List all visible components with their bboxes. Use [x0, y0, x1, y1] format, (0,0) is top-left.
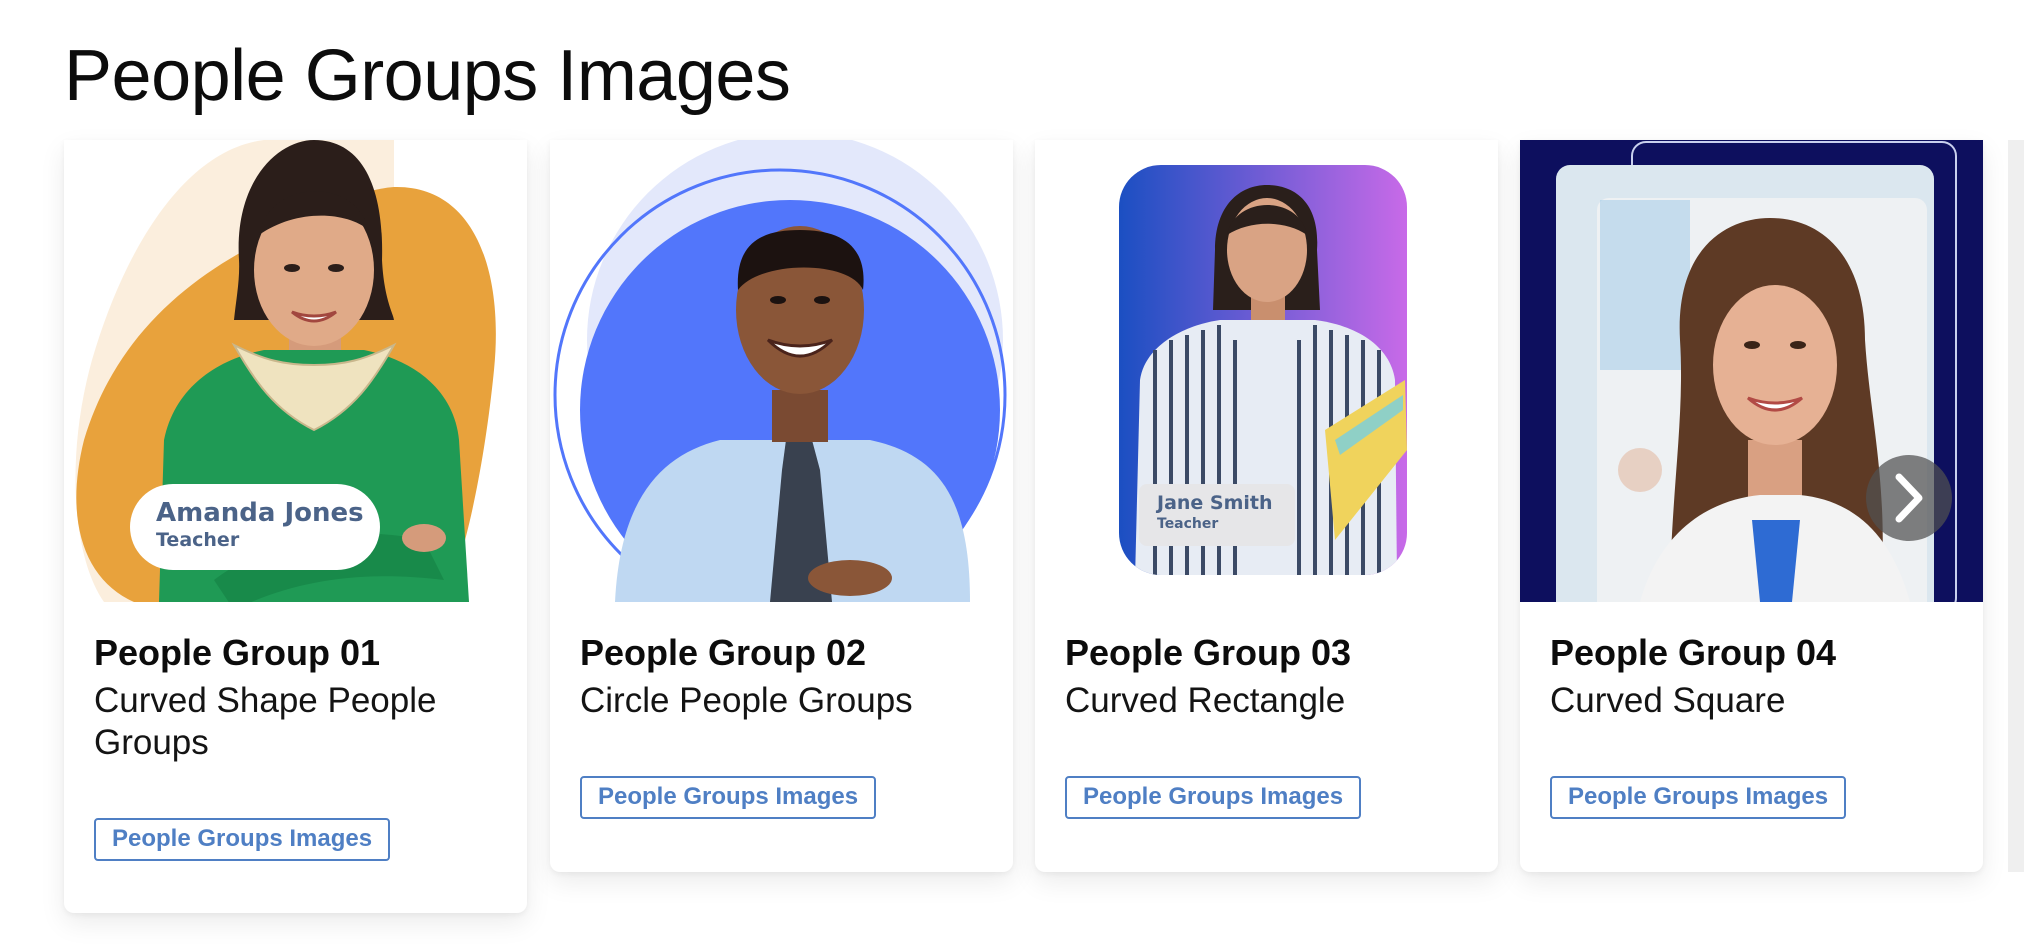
badge-role: Teacher — [156, 529, 240, 551]
card-image-circle — [550, 140, 1013, 602]
people-group-card-01[interactable]: Amanda Jones Teacher People Group 01 Cur… — [64, 140, 527, 913]
card-title: People Group 03 — [1065, 632, 1352, 673]
card-description: Curved Shape People Groups — [94, 681, 437, 762]
next-card-peek — [2008, 140, 2024, 872]
card-description: Curved Square — [1550, 681, 1786, 720]
badge-name: Amanda Jones — [156, 498, 364, 528]
page-title: People Groups Images — [64, 36, 791, 116]
tag-people-groups-images[interactable]: People Groups Images — [580, 776, 877, 819]
tag-people-groups-images[interactable]: People Groups Images — [1065, 776, 1362, 819]
card-body: People Group 02 Circle People Groups Peo… — [550, 602, 1013, 819]
carousel-next-button[interactable] — [1866, 455, 1952, 541]
people-group-card-02[interactable]: People Group 02 Circle People Groups Peo… — [550, 140, 1013, 872]
card-description: Circle People Groups — [580, 681, 913, 720]
card-description: Curved Rectangle — [1065, 681, 1346, 720]
card-image-curved-rectangle: Jane Smith Teacher — [1035, 140, 1498, 602]
chevron-right-icon — [1895, 473, 1923, 523]
card-title: People Group 04 — [1550, 632, 1837, 673]
card-body: People Group 03 Curved Rectangle People … — [1035, 602, 1498, 819]
badge-name: Jane Smith — [1157, 492, 1273, 514]
tag-people-groups-images[interactable]: People Groups Images — [1550, 776, 1847, 819]
people-group-card-03[interactable]: Jane Smith Teacher People Group 03 Curve… — [1035, 140, 1498, 872]
name-badge: Amanda Jones Teacher — [130, 484, 380, 570]
tag-people-groups-images[interactable]: People Groups Images — [94, 818, 391, 861]
card-body: People Group 01 Curved Shape People Grou… — [64, 602, 527, 861]
teacher-photo-circle — [553, 140, 1007, 602]
card-body: People Group 04 Curved Square People Gro… — [1520, 602, 1983, 819]
card-title: People Group 01 — [94, 632, 381, 673]
badge-role: Teacher — [1157, 516, 1219, 532]
card-image-curved-shape: Amanda Jones Teacher — [64, 140, 527, 602]
card-title: People Group 02 — [580, 632, 867, 673]
name-badge: Jane Smith Teacher — [1139, 484, 1295, 546]
